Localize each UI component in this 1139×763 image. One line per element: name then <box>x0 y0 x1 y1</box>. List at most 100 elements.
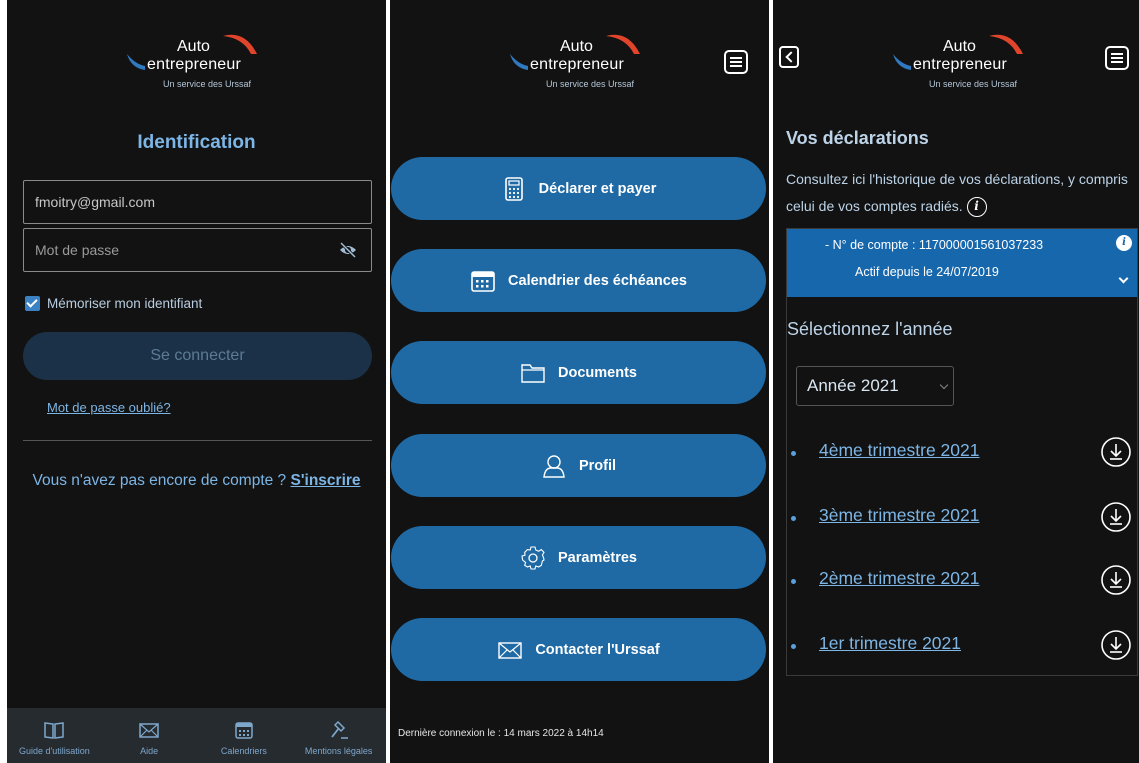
year-select[interactable]: Année 2021 <box>796 366 954 406</box>
hamburger-menu-icon[interactable] <box>1105 46 1129 70</box>
quarter-link[interactable]: 1er trimestre 2021 <box>819 633 961 654</box>
menu-screen: Auto entrepreneur Un service des Urssaf … <box>390 0 769 763</box>
logo-red-swoosh-icon <box>606 34 640 54</box>
calculator-icon <box>504 176 523 201</box>
documents-button[interactable]: Documents <box>391 341 766 404</box>
nav-label-help: Aide <box>140 746 159 756</box>
remember-me-row[interactable]: Mémoriser mon identifiant <box>25 296 202 311</box>
auto-entrepreneur-logo: Auto entrepreneur Un service des Urssaf <box>125 30 275 92</box>
quarter-link[interactable]: 4ème trimestre 2021 <box>819 440 980 461</box>
logo-blue-swoosh-icon <box>127 54 145 70</box>
calendar-deadlines-button[interactable]: Calendrier des échéances <box>391 249 766 312</box>
hamburger-menu-icon[interactable] <box>724 50 748 74</box>
page-title: Vos déclarations <box>786 128 929 148</box>
settings-button[interactable]: Paramètres <box>391 526 766 589</box>
nav-label-calendars: Calendriers <box>220 746 267 756</box>
bullet <box>791 516 796 521</box>
list-item: 2ème trimestre 2021 <box>787 562 1137 602</box>
contact-urssaf-label: Contacter l'Urssaf <box>535 641 660 658</box>
nav-item-calendars[interactable]: Calendriers <box>197 708 292 763</box>
password-field[interactable]: Mot de passe <box>23 228 372 272</box>
logo-auto-text: Auto <box>177 38 210 55</box>
logo-service-text: Un service des Urssaf <box>163 79 252 89</box>
logo-red-swoosh-icon <box>989 34 1023 54</box>
nav-item-guide[interactable]: Guide d'utilisation <box>7 708 102 763</box>
connect-button[interactable]: Se connecter <box>23 332 372 380</box>
chevron-down-icon[interactable] <box>1118 273 1129 284</box>
profile-button[interactable]: Profil <box>391 434 766 497</box>
logo-entrepreneur-text: entrepreneur <box>913 56 1008 73</box>
remember-checkbox[interactable] <box>25 296 40 311</box>
nav-item-legal[interactable]: Mentions légales <box>291 708 386 763</box>
download-icon[interactable] <box>1100 501 1132 533</box>
logo-service-text: Un service des Urssaf <box>929 79 1018 89</box>
eye-slash-icon[interactable] <box>339 242 357 258</box>
list-item: 4ème trimestre 2021 <box>787 434 1137 474</box>
bullet <box>791 451 796 456</box>
description-text: Consultez ici l'historique de vos déclar… <box>786 171 1128 214</box>
account-header[interactable]: - N° de compte : 117000001561037233 i Ac… <box>787 229 1137 297</box>
remember-label: Mémoriser mon identifiant <box>47 296 203 311</box>
logo-auto-text: Auto <box>943 38 976 55</box>
bullet <box>791 579 796 584</box>
chevron-down-icon <box>939 380 949 390</box>
download-icon[interactable] <box>1100 564 1132 596</box>
signup-link[interactable]: S'inscrire <box>291 472 361 489</box>
year-select-value: Année 2021 <box>807 376 899 395</box>
email-field[interactable]: fmoitry@gmail.com <box>23 180 372 224</box>
bullet <box>791 644 796 649</box>
calendar-icon <box>471 270 495 292</box>
back-arrow-icon[interactable] <box>779 46 799 68</box>
declarations-screen: Auto entrepreneur Un service des Urssaf … <box>773 0 1139 763</box>
account-panel: - N° de compte : 117000001561037233 i Ac… <box>786 228 1138 676</box>
info-icon[interactable]: i <box>966 197 987 218</box>
logo-red-swoosh-icon <box>223 34 257 54</box>
logo-entrepreneur-text: entrepreneur <box>147 56 242 73</box>
envelope-icon <box>498 641 523 659</box>
logo-service-text: Un service des Urssaf <box>546 79 635 89</box>
account-info-icon[interactable]: i <box>1116 235 1132 251</box>
no-account-row: Vous n'avez pas encore de compte ? S'ins… <box>7 472 386 490</box>
logo-blue-swoosh-icon <box>893 54 911 70</box>
book-icon <box>44 722 65 739</box>
calendar-icon <box>235 722 253 739</box>
page-description: Consultez ici l'historique de vos déclar… <box>786 166 1131 220</box>
download-icon[interactable] <box>1100 436 1132 468</box>
auto-entrepreneur-logo: Auto entrepreneur Un service des Urssaf <box>508 30 658 92</box>
quarter-link[interactable]: 3ème trimestre 2021 <box>819 505 980 526</box>
email-value: fmoitry@gmail.com <box>35 194 156 210</box>
nav-item-help[interactable]: Aide <box>102 708 197 763</box>
bottom-nav: Guide d'utilisation Aide Calendriers Men… <box>7 708 386 763</box>
profile-label: Profil <box>578 457 617 474</box>
logo-blue-swoosh-icon <box>510 54 528 70</box>
divider <box>23 440 372 441</box>
gavel-icon <box>330 720 348 739</box>
page-title: Identification <box>137 132 256 153</box>
logo-entrepreneur-text: entrepreneur <box>530 56 625 73</box>
folder-icon <box>521 363 545 383</box>
download-icon[interactable] <box>1100 629 1132 661</box>
gear-icon <box>521 545 545 570</box>
account-number: - N° de compte : 117000001561037233 <box>825 238 1044 252</box>
list-item: 3ème trimestre 2021 <box>787 499 1137 539</box>
user-icon <box>543 454 565 478</box>
declare-pay-button[interactable]: Déclarer et payer <box>391 157 766 220</box>
no-account-text: Vous n'avez pas encore de compte ? <box>32 472 287 489</box>
login-screen: Auto entrepreneur Un service des Urssaf … <box>7 0 386 763</box>
envelope-icon <box>139 723 159 738</box>
calendar-deadlines-label: Calendrier des échéances <box>508 272 687 289</box>
quarter-link[interactable]: 2ème trimestre 2021 <box>819 568 980 589</box>
last-login-text: Dernière connexion le : 14 mars 2022 à 1… <box>398 728 604 739</box>
auto-entrepreneur-logo: Auto entrepreneur Un service des Urssaf <box>891 30 1041 92</box>
account-active-since: Actif depuis le 24/07/2019 <box>855 265 999 279</box>
list-item: 1er trimestre 2021 <box>787 627 1137 667</box>
nav-label-legal: Mentions légales <box>304 746 373 756</box>
select-year-label: Sélectionnez l'année <box>787 319 953 339</box>
declare-pay-label: Déclarer et payer <box>538 180 657 197</box>
nav-label-guide: Guide d'utilisation <box>18 746 90 756</box>
contact-urssaf-button[interactable]: Contacter l'Urssaf <box>391 618 766 681</box>
logo-auto-text: Auto <box>560 38 593 55</box>
documents-label: Documents <box>558 364 637 381</box>
forgot-password-link[interactable]: Mot de passe oublié? <box>47 400 171 415</box>
password-placeholder: Mot de passe <box>35 242 120 258</box>
